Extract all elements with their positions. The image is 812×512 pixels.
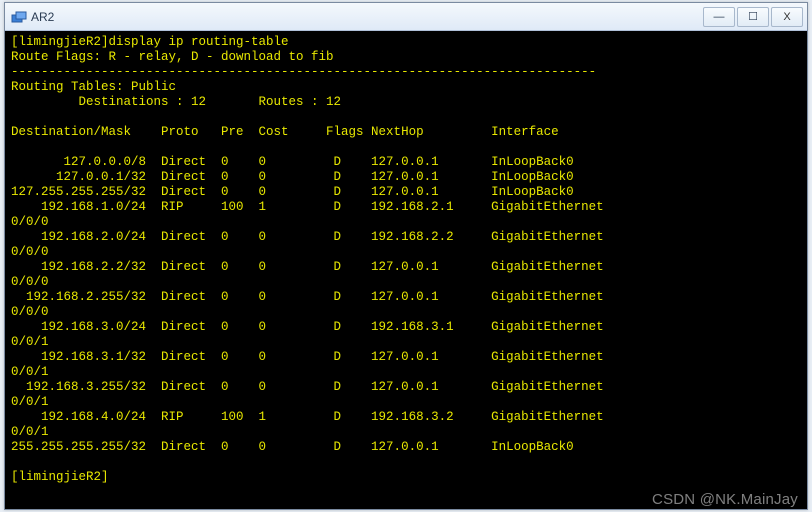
terminal-output[interactable]: [limingjieR2]display ip routing-table Ro… [5,31,807,509]
maximize-button[interactable]: ☐ [737,7,769,27]
window-title: AR2 [31,10,54,24]
app-window: AR2 — ☐ X [limingjieR2]display ip routin… [4,2,808,510]
title-bar[interactable]: AR2 — ☐ X [5,3,807,31]
close-button[interactable]: X [771,7,803,27]
minimize-button[interactable]: — [703,7,735,27]
app-icon [11,9,27,25]
